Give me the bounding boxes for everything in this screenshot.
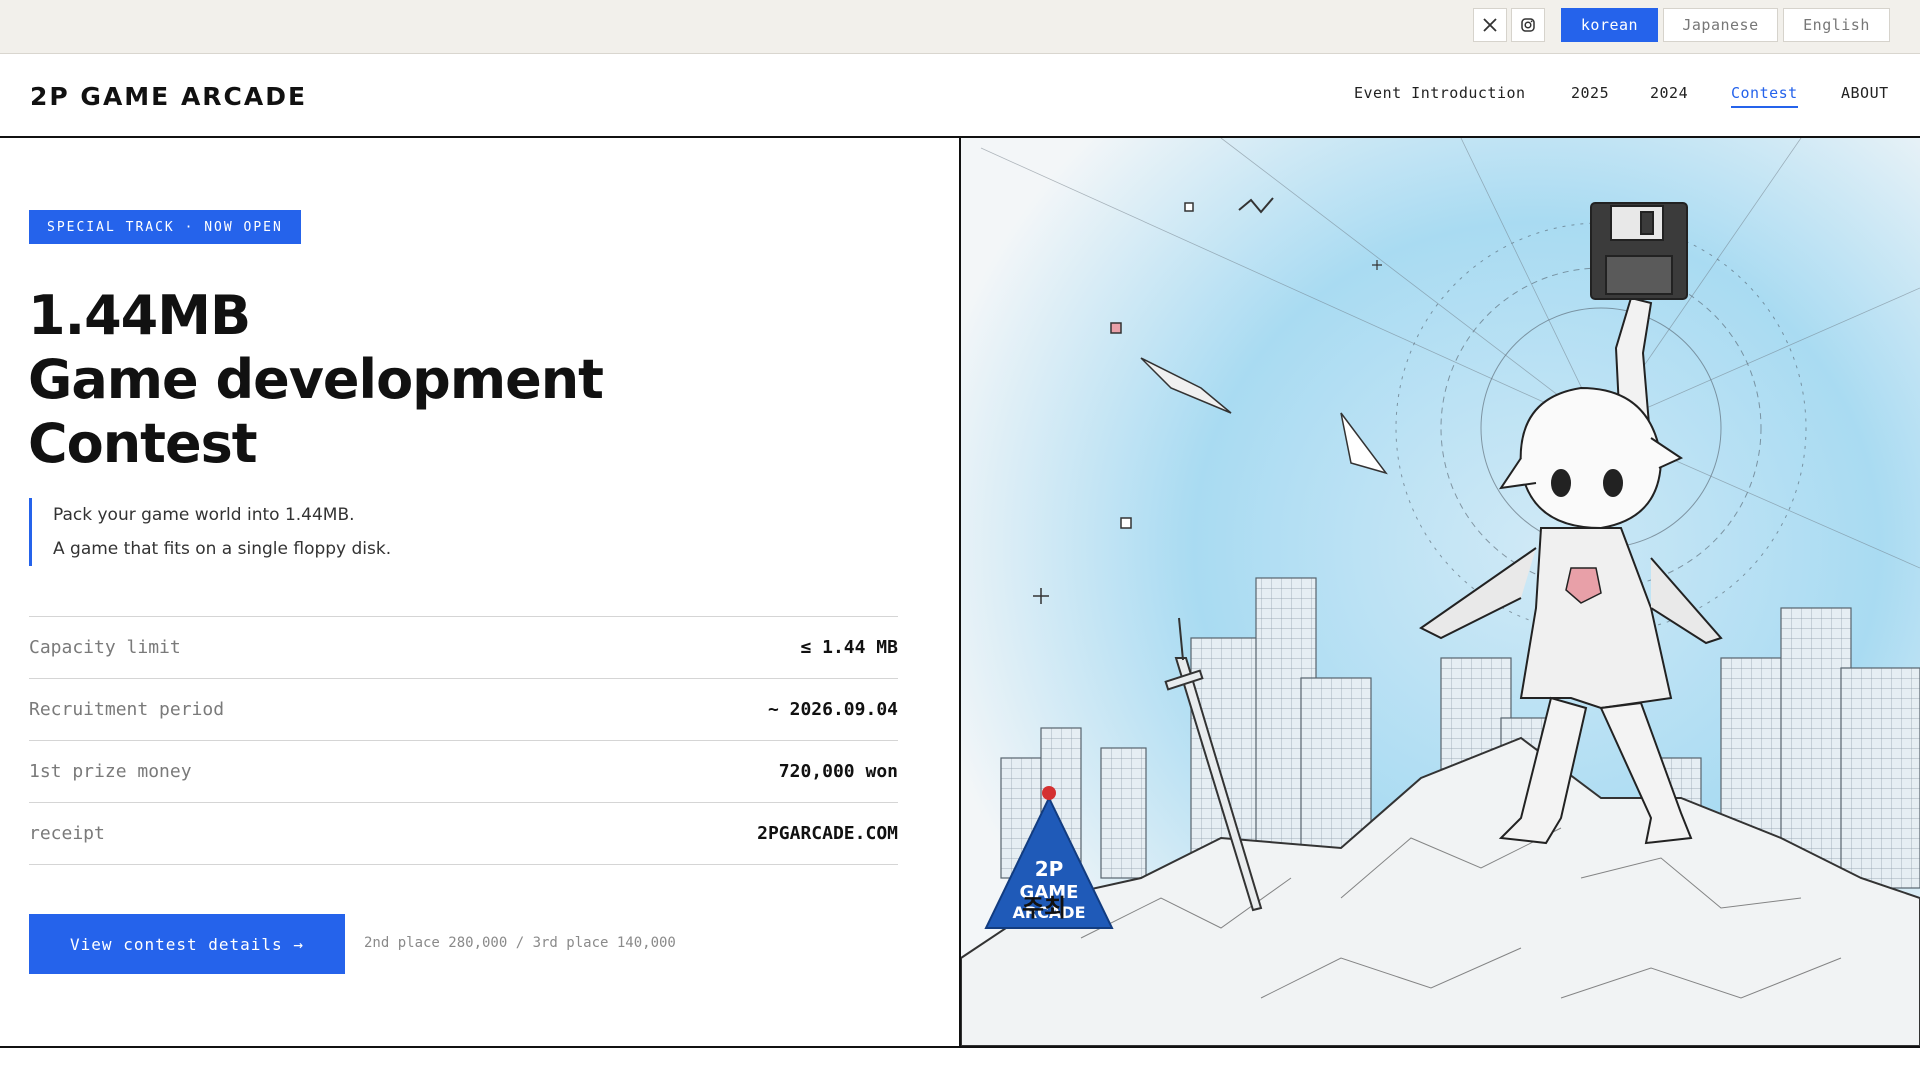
instagram-icon bbox=[1521, 18, 1535, 32]
nav-event-introduction[interactable]: Event Introduction bbox=[1354, 84, 1526, 102]
spec-label: receipt bbox=[29, 823, 105, 844]
spec-value: ≤ 1.44 MB bbox=[800, 637, 898, 658]
host-label: 주최 bbox=[1022, 894, 1067, 922]
special-track-badge: SPECIAL TRACK · NOW OPEN bbox=[29, 210, 301, 244]
x-icon bbox=[1483, 18, 1497, 32]
nav-contest[interactable]: Contest bbox=[1731, 84, 1798, 108]
contest-specs-table: Capacity limit ≤ 1.44 MB Recruitment per… bbox=[29, 616, 898, 865]
spec-label: Capacity limit bbox=[29, 637, 181, 658]
hero-illustration: 2P GAME ARCADE bbox=[961, 138, 1920, 1046]
title-line: 1.44MB bbox=[28, 284, 251, 347]
contest-info-panel: SPECIAL TRACK · NOW OPEN 1.44MB Game dev… bbox=[0, 138, 959, 1046]
view-contest-details-button[interactable]: View contest details → bbox=[29, 914, 345, 974]
site-logo[interactable]: 2P GAME ARCADE bbox=[30, 82, 307, 111]
spec-value: 2PGARCADE.COM bbox=[757, 823, 898, 844]
x-social-link[interactable] bbox=[1473, 8, 1507, 42]
site-header: 2P GAME ARCADE Event Introduction 2025 2… bbox=[0, 54, 1920, 138]
floppy-hero-artwork: 2P GAME ARCADE bbox=[961, 138, 1920, 1046]
spec-row-prize: 1st prize money 720,000 won bbox=[29, 741, 898, 803]
page-bottom-rule bbox=[0, 1046, 1920, 1048]
lang-korean-button[interactable]: korean bbox=[1561, 8, 1658, 42]
spec-row-recruitment: Recruitment period ~ 2026.09.04 bbox=[29, 679, 898, 741]
nav-about[interactable]: ABOUT bbox=[1841, 84, 1889, 102]
lang-japanese-button[interactable]: Japanese bbox=[1663, 8, 1778, 42]
spec-label: 1st prize money bbox=[29, 761, 192, 782]
lang-english-button[interactable]: English bbox=[1783, 8, 1890, 42]
page-title: 1.44MB Game development Contest bbox=[28, 284, 604, 476]
spec-row-receipt: receipt 2PGARCADE.COM bbox=[29, 803, 898, 865]
prize-note: 2nd place 280,000 / 3rd place 140,000 bbox=[364, 935, 676, 951]
tagline-line: A game that fits on a single floppy disk… bbox=[53, 539, 392, 559]
top-utility-bar: korean Japanese English bbox=[0, 0, 1920, 54]
tagline-line: Pack your game world into 1.44MB. bbox=[53, 505, 355, 525]
nav-2024[interactable]: 2024 bbox=[1650, 84, 1688, 102]
spec-value: ~ 2026.09.04 bbox=[767, 699, 898, 720]
host-logo-line: 2P bbox=[1035, 857, 1064, 881]
nav-2025[interactable]: 2025 bbox=[1571, 84, 1609, 102]
spec-value: 720,000 won bbox=[778, 761, 898, 782]
spec-row-capacity: Capacity limit ≤ 1.44 MB bbox=[29, 617, 898, 679]
tagline-quote: Pack your game world into 1.44MB. A game… bbox=[29, 498, 391, 566]
title-line: Game development bbox=[28, 348, 604, 411]
instagram-social-link[interactable] bbox=[1511, 8, 1545, 42]
spec-label: Recruitment period bbox=[29, 699, 225, 720]
title-line: Contest bbox=[28, 412, 258, 475]
